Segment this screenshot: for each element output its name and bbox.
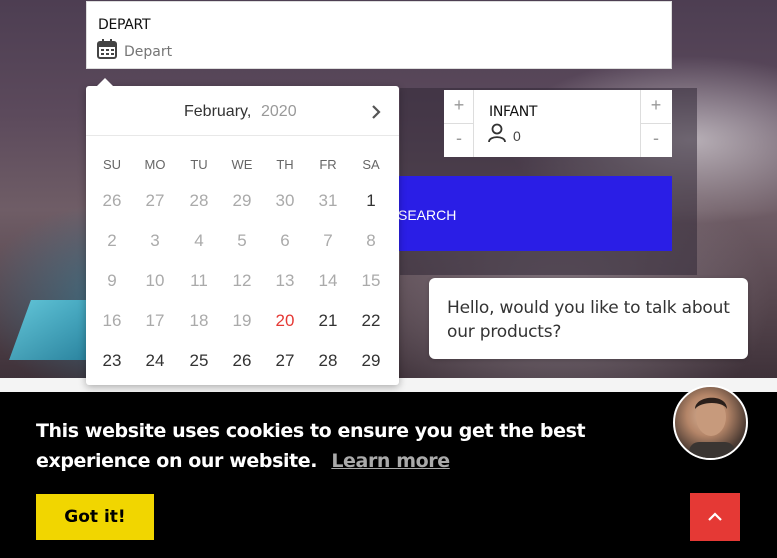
- cookie-message: This website uses cookies to ensure you …: [36, 416, 676, 476]
- calendar-day[interactable]: 15: [351, 271, 391, 291]
- chat-bubble[interactable]: Hello, would you like to talk about our …: [429, 278, 748, 359]
- weekday-header: SA: [362, 157, 380, 172]
- depart-input-row: [96, 38, 324, 65]
- chevron-up-icon: [708, 512, 722, 521]
- infant-count: 0: [513, 127, 521, 144]
- calendar-day[interactable]: 9: [92, 271, 132, 291]
- calendar-day[interactable]: 25: [179, 351, 219, 371]
- infant-field: + - INFANT 0 + -: [444, 90, 672, 157]
- infant-decrement-button[interactable]: -: [641, 128, 671, 149]
- calendar-day[interactable]: 18: [179, 311, 219, 331]
- calendar-day[interactable]: 26: [222, 351, 262, 371]
- calendar-day[interactable]: 31: [308, 191, 348, 211]
- date-picker-header: February, 2020: [86, 86, 399, 136]
- calendar-day[interactable]: 2: [92, 231, 132, 251]
- calendar-day[interactable]: 7: [308, 231, 348, 251]
- stepper-divider: [641, 123, 671, 124]
- calendar-day[interactable]: 1: [351, 191, 391, 211]
- calendar-day[interactable]: 16: [92, 311, 132, 331]
- date-picker: February, 2020 SU MO TU WE TH FR SA 26 27 28 29 30 3…: [86, 78, 399, 385]
- weekday-header: FR: [319, 157, 337, 172]
- calendar-day[interactable]: 19: [222, 311, 262, 331]
- calendar-day[interactable]: 3: [135, 231, 175, 251]
- calendar-icon: [96, 38, 118, 65]
- weekday-header: SU: [102, 157, 122, 172]
- calendar-year[interactable]: 2020: [261, 103, 297, 121]
- calendar-day[interactable]: 8: [351, 231, 391, 251]
- calendar-day[interactable]: 29: [222, 191, 262, 211]
- calendar-day[interactable]: 11: [179, 271, 219, 291]
- depart-input[interactable]: [124, 43, 324, 60]
- calendar-day[interactable]: 27: [265, 351, 305, 371]
- calendar-day[interactable]: 20: [265, 311, 305, 331]
- got-it-button[interactable]: Got it!: [36, 494, 154, 540]
- calendar-day[interactable]: 26: [92, 191, 132, 211]
- calendar-day[interactable]: 17: [135, 311, 175, 331]
- cookie-banner: This website uses cookies to ensure you …: [0, 392, 777, 558]
- calendar-day[interactable]: 28: [179, 191, 219, 211]
- search-button[interactable]: SEARCH: [398, 176, 672, 251]
- depart-field[interactable]: DEPART: [86, 1, 672, 69]
- infant-increment-button[interactable]: +: [641, 95, 671, 116]
- learn-more-link[interactable]: Learn more: [331, 450, 450, 472]
- chat-message: Hello, would you like to talk about our …: [447, 298, 730, 342]
- calendar-day[interactable]: 30: [265, 191, 305, 211]
- scroll-to-top-button[interactable]: [690, 493, 740, 541]
- weekday-header: TU: [190, 157, 208, 172]
- stepper-divider: [444, 123, 474, 124]
- calendar-day[interactable]: 28: [308, 351, 348, 371]
- chevron-right-icon[interactable]: [366, 102, 386, 122]
- chat-agent-avatar[interactable]: [673, 385, 748, 460]
- person-icon: [487, 123, 507, 148]
- cookie-message-text: This website uses cookies to ensure you …: [36, 420, 586, 472]
- previous-stepper: + -: [444, 90, 474, 157]
- calendar-day[interactable]: 29: [351, 351, 391, 371]
- infant-stepper: + -: [640, 90, 672, 157]
- calendar-day[interactable]: 24: [135, 351, 175, 371]
- calendar-day[interactable]: 21: [308, 311, 348, 331]
- search-button-label: SEARCH: [398, 207, 457, 223]
- weekday-header: TH: [276, 157, 294, 172]
- calendar-day[interactable]: 27: [135, 191, 175, 211]
- calendar-day[interactable]: 22: [351, 311, 391, 331]
- calendar-day[interactable]: 10: [135, 271, 175, 291]
- infant-value-row: 0: [487, 123, 521, 148]
- calendar-day[interactable]: 14: [308, 271, 348, 291]
- calendar-month: February,: [184, 103, 252, 120]
- calendar-day[interactable]: 4: [179, 231, 219, 251]
- calendar-day[interactable]: 23: [92, 351, 132, 371]
- calendar-day[interactable]: 13: [265, 271, 305, 291]
- weekday-header: MO: [144, 157, 166, 172]
- calendar-day[interactable]: 12: [222, 271, 262, 291]
- weekday-header: WE: [231, 157, 253, 172]
- previous-decrement-button[interactable]: -: [444, 128, 474, 149]
- calendar-day[interactable]: 6: [265, 231, 305, 251]
- calendar-day[interactable]: 5: [222, 231, 262, 251]
- previous-increment-button[interactable]: +: [444, 95, 474, 116]
- infant-label: INFANT: [489, 104, 538, 120]
- depart-label: DEPART: [98, 17, 151, 33]
